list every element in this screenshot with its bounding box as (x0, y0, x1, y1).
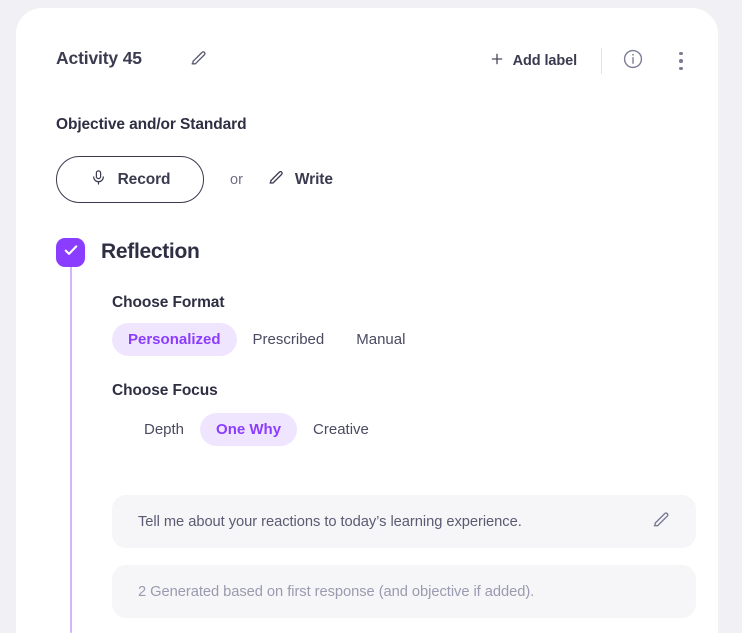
activity-card: Activity 45 Add label Objective and/or S… (16, 8, 718, 633)
reflection-block: Reflection (56, 232, 706, 272)
format-label: Choose Format (112, 294, 225, 311)
info-circle-icon (622, 48, 644, 75)
format-option-personalized[interactable]: Personalized (112, 323, 237, 356)
format-chip-row: Personalized Prescribed Manual (112, 323, 712, 356)
more-menu-button[interactable] (668, 46, 694, 76)
pencil-icon (189, 48, 208, 72)
record-button[interactable]: Record (56, 156, 204, 203)
objective-actions: Record or Write (56, 156, 676, 203)
card-header: Activity 45 Add label (16, 8, 718, 94)
prompt-card[interactable]: 2 Generated based on first response (and… (112, 565, 696, 618)
format-option-prescribed[interactable]: Prescribed (237, 323, 341, 356)
header-divider (601, 48, 602, 74)
write-button-label: Write (294, 170, 333, 188)
pencil-icon (267, 168, 285, 191)
objective-heading: Objective and/or Standard (56, 116, 247, 133)
focus-label: Choose Focus (112, 382, 218, 399)
checkmark-icon (62, 241, 80, 264)
focus-chip-row: Depth One Why Creative (128, 413, 712, 446)
microphone-icon (90, 169, 107, 191)
focus-option-depth[interactable]: Depth (128, 413, 200, 446)
reflection-body: Choose Format Personalized Prescribed Ma… (112, 294, 712, 446)
prompt-card[interactable]: Tell me about your reactions to today’s … (112, 495, 696, 548)
header-actions: Add label (485, 44, 694, 78)
plus-icon (489, 51, 505, 72)
reflection-header: Reflection (56, 232, 706, 272)
write-button[interactable]: Write (267, 168, 333, 191)
reflection-checkbox[interactable] (56, 237, 85, 267)
format-option-manual[interactable]: Manual (340, 323, 421, 356)
add-label-text: Add label (512, 53, 577, 69)
focus-option-one-why[interactable]: One Why (200, 413, 298, 446)
edit-prompt-button[interactable] (648, 509, 674, 535)
add-label-button[interactable]: Add label (485, 49, 581, 74)
objective-section: Objective and/or Standard Record or Writ… (56, 116, 676, 203)
edit-title-button[interactable] (184, 46, 212, 74)
vertical-dots-icon-dot (679, 59, 683, 63)
format-group: Choose Format Personalized Prescribed Ma… (112, 294, 712, 356)
focus-option-creative[interactable]: Creative (297, 413, 385, 446)
focus-group: Choose Focus Depth One Why Creative (112, 382, 712, 446)
page-title: Activity 45 (56, 48, 142, 68)
prompt-text: 2 Generated based on first response (and… (138, 583, 535, 600)
vertical-dots-icon-dot (679, 66, 683, 71)
reflection-title: Reflection (101, 240, 200, 263)
pencil-icon (651, 509, 671, 534)
prompt-list: Tell me about your reactions to today’s … (112, 495, 696, 618)
vertical-dots-icon (679, 51, 683, 56)
reflection-rail (70, 264, 72, 633)
record-button-label: Record (117, 170, 171, 188)
or-separator: or (230, 171, 243, 188)
info-button[interactable] (620, 48, 646, 74)
prompt-text: Tell me about your reactions to today’s … (138, 513, 522, 530)
